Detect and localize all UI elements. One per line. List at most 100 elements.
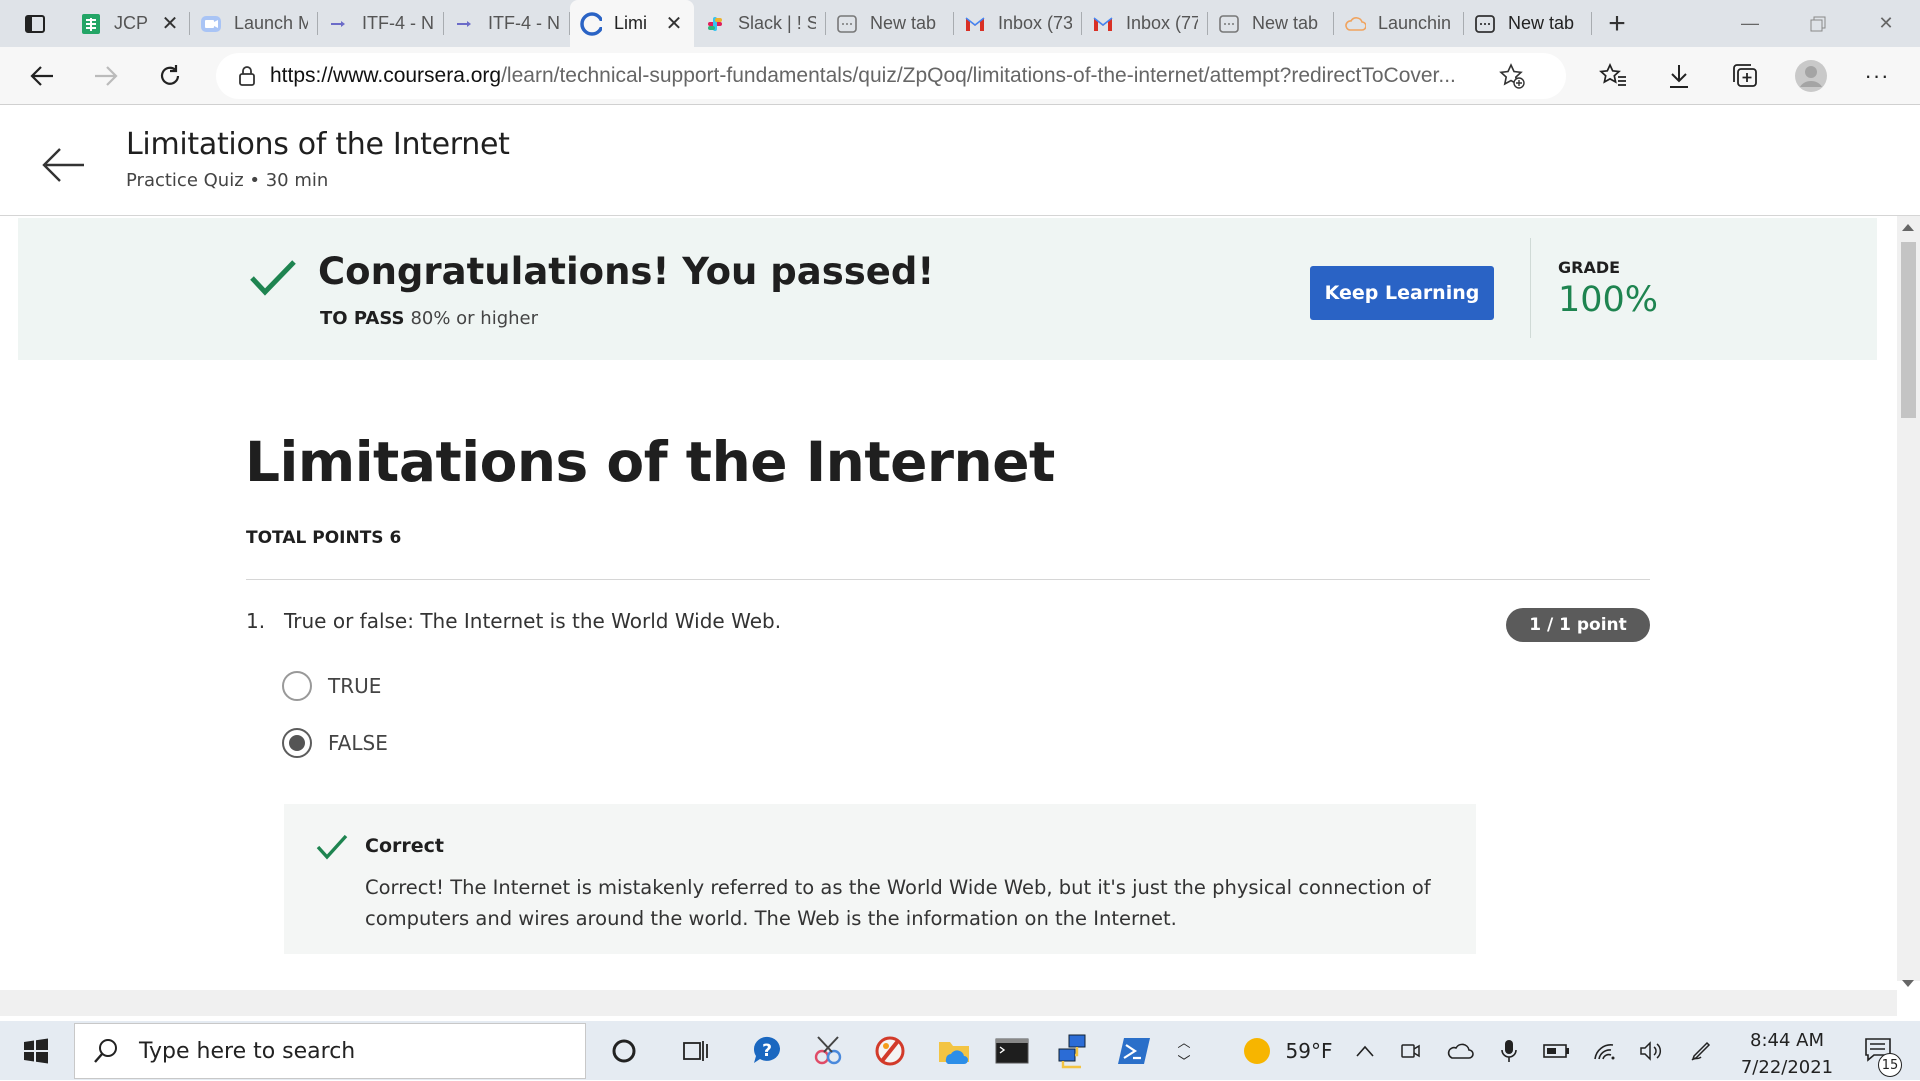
network-app[interactable]: [1052, 1029, 1096, 1073]
tab-launch-meeting[interactable]: Launch M: [190, 0, 318, 47]
meet-now-button[interactable]: [1396, 1021, 1426, 1080]
collections-button[interactable]: [1712, 47, 1778, 105]
pass-banner: Congratulations! You passed! TO PASS 80% …: [18, 218, 1877, 360]
profile-button[interactable]: [1778, 47, 1844, 105]
minimize-icon: —: [1741, 13, 1759, 33]
snip-app[interactable]: [806, 1029, 850, 1073]
wifi-icon: [1594, 1043, 1615, 1059]
tab-inbox-2[interactable]: Inbox (77: [1082, 0, 1208, 47]
coursera-icon: [580, 11, 602, 36]
tab-new-2[interactable]: New tab: [1208, 0, 1334, 47]
tab-title: New tab: [1508, 13, 1575, 33]
option-false[interactable]: FALSE: [282, 727, 388, 759]
file-explorer-app[interactable]: [932, 1029, 976, 1073]
tab-jcp[interactable]: JCP ✕: [70, 0, 190, 47]
back-arrow-icon[interactable]: [38, 140, 88, 190]
tab-new-1[interactable]: New tab: [826, 0, 954, 47]
vertical-scrollbar[interactable]: [1897, 216, 1920, 987]
terminal-icon: [995, 1038, 1029, 1064]
camera-icon: [1401, 1043, 1420, 1058]
close-tab-icon[interactable]: ✕: [160, 11, 180, 36]
battery-icon: [1543, 1043, 1569, 1058]
refresh-button[interactable]: [138, 47, 202, 105]
scrollbar-thumb[interactable]: [1901, 242, 1916, 418]
taskbar-search[interactable]: Type here to search: [74, 1023, 586, 1079]
task-view-button[interactable]: [674, 1029, 718, 1073]
get-help-app[interactable]: ?: [746, 1029, 790, 1073]
overflow-scroll-arrows[interactable]: ︿ ﹀: [1170, 1021, 1198, 1080]
pen-button[interactable]: [1686, 1021, 1716, 1080]
clock[interactable]: 8:44 AM 7/22/2021: [1722, 1027, 1852, 1081]
chevron-down-icon[interactable]: ﹀: [1177, 1051, 1190, 1070]
address-bar[interactable]: https://www.coursera.org/learn/technical…: [216, 53, 1566, 99]
close-icon: ✕: [1878, 13, 1894, 33]
add-favorite-icon[interactable]: [1499, 63, 1525, 89]
cloud-icon: [1344, 13, 1366, 35]
radio-button-selected[interactable]: [282, 728, 312, 758]
close-window-button[interactable]: ✕: [1852, 0, 1920, 47]
plus-icon: +: [1608, 6, 1626, 40]
tab-itf-2[interactable]: ITF-4 - N: [444, 0, 570, 47]
newtab-icon: [1474, 13, 1496, 35]
tab-title: Slack | ! S: [738, 13, 816, 33]
wifi-button[interactable]: [1590, 1021, 1620, 1080]
windows-icon: [24, 1038, 48, 1063]
microphone-button[interactable]: [1494, 1021, 1524, 1080]
restore-button[interactable]: [1784, 0, 1852, 47]
notification-count-badge: 15: [1878, 1053, 1902, 1077]
tab-inbox-1[interactable]: Inbox (73: [954, 0, 1082, 47]
horizontal-scrollbar[interactable]: [0, 990, 1897, 1016]
back-arrow-icon: [30, 65, 53, 86]
feedback-text: Correct! The Internet is mistakenly refe…: [365, 876, 1431, 930]
terminal-app[interactable]: [990, 1029, 1034, 1073]
volume-button[interactable]: [1636, 1021, 1666, 1080]
downloads-button[interactable]: [1646, 47, 1712, 105]
tab-title: Inbox (73: [998, 13, 1072, 33]
tab-limitations[interactable]: Limi ✕: [570, 0, 694, 47]
quiz-header: Limitations of the Internet Practice Qui…: [0, 105, 1920, 216]
tab-title: New tab: [870, 13, 937, 33]
back-button[interactable]: [10, 47, 74, 105]
tab-slack[interactable]: Slack | ! S: [694, 0, 826, 47]
paint-app[interactable]: [868, 1029, 912, 1073]
start-button[interactable]: [0, 1021, 72, 1080]
tab-launching[interactable]: Launchin: [1334, 0, 1464, 47]
tab-itf-1[interactable]: ITF-4 - N: [318, 0, 444, 47]
favorites-button[interactable]: [1580, 47, 1646, 105]
tab-new-3[interactable]: New tab: [1464, 0, 1592, 47]
notifications-button[interactable]: 15: [1858, 1021, 1902, 1080]
cortana-button[interactable]: [602, 1029, 646, 1073]
onedrive-button[interactable]: [1442, 1021, 1478, 1080]
radio-button[interactable]: [282, 671, 312, 701]
chevron-up-icon[interactable]: ︿: [1177, 1032, 1190, 1051]
snip-icon: [814, 1036, 842, 1065]
arrow-icon: [328, 13, 350, 35]
page-title: Limitations of the Internet: [126, 127, 510, 162]
total-points: TOTAL POINTS 6: [246, 528, 402, 548]
weather-widget[interactable]: 59°F: [1232, 1021, 1342, 1080]
scroll-up-icon[interactable]: [1902, 224, 1914, 231]
new-tab-button[interactable]: +: [1592, 0, 1642, 47]
tab-actions-button[interactable]: [0, 0, 70, 47]
more-icon: ···: [1864, 63, 1890, 88]
powershell-app[interactable]: [1112, 1029, 1156, 1073]
to-pass-value: 80% or higher: [410, 308, 539, 329]
download-icon: [1670, 65, 1688, 88]
close-tab-icon[interactable]: ✕: [664, 11, 684, 36]
settings-more-button[interactable]: ···: [1844, 47, 1910, 105]
forward-button[interactable]: [74, 47, 138, 105]
option-true[interactable]: TRUE: [282, 670, 381, 702]
battery-button[interactable]: [1540, 1021, 1574, 1080]
show-hidden-icons-button[interactable]: [1350, 1021, 1380, 1080]
zoom-icon: [200, 13, 222, 35]
feedback-title: Correct: [365, 835, 444, 857]
question-number: 1.: [246, 609, 266, 633]
feedback-box: Correct Correct! The Internet is mistake…: [284, 804, 1476, 954]
tab-list: JCP ✕ Launch M ITF-4 - N ITF-4 - N Limi …: [70, 0, 1592, 47]
lock-icon: [239, 66, 255, 86]
scroll-down-icon[interactable]: [1902, 980, 1914, 987]
tab-title: JCP: [114, 13, 149, 33]
keep-learning-button[interactable]: Keep Learning: [1310, 266, 1494, 320]
option-label: FALSE: [328, 731, 388, 755]
minimize-button[interactable]: —: [1716, 0, 1784, 47]
